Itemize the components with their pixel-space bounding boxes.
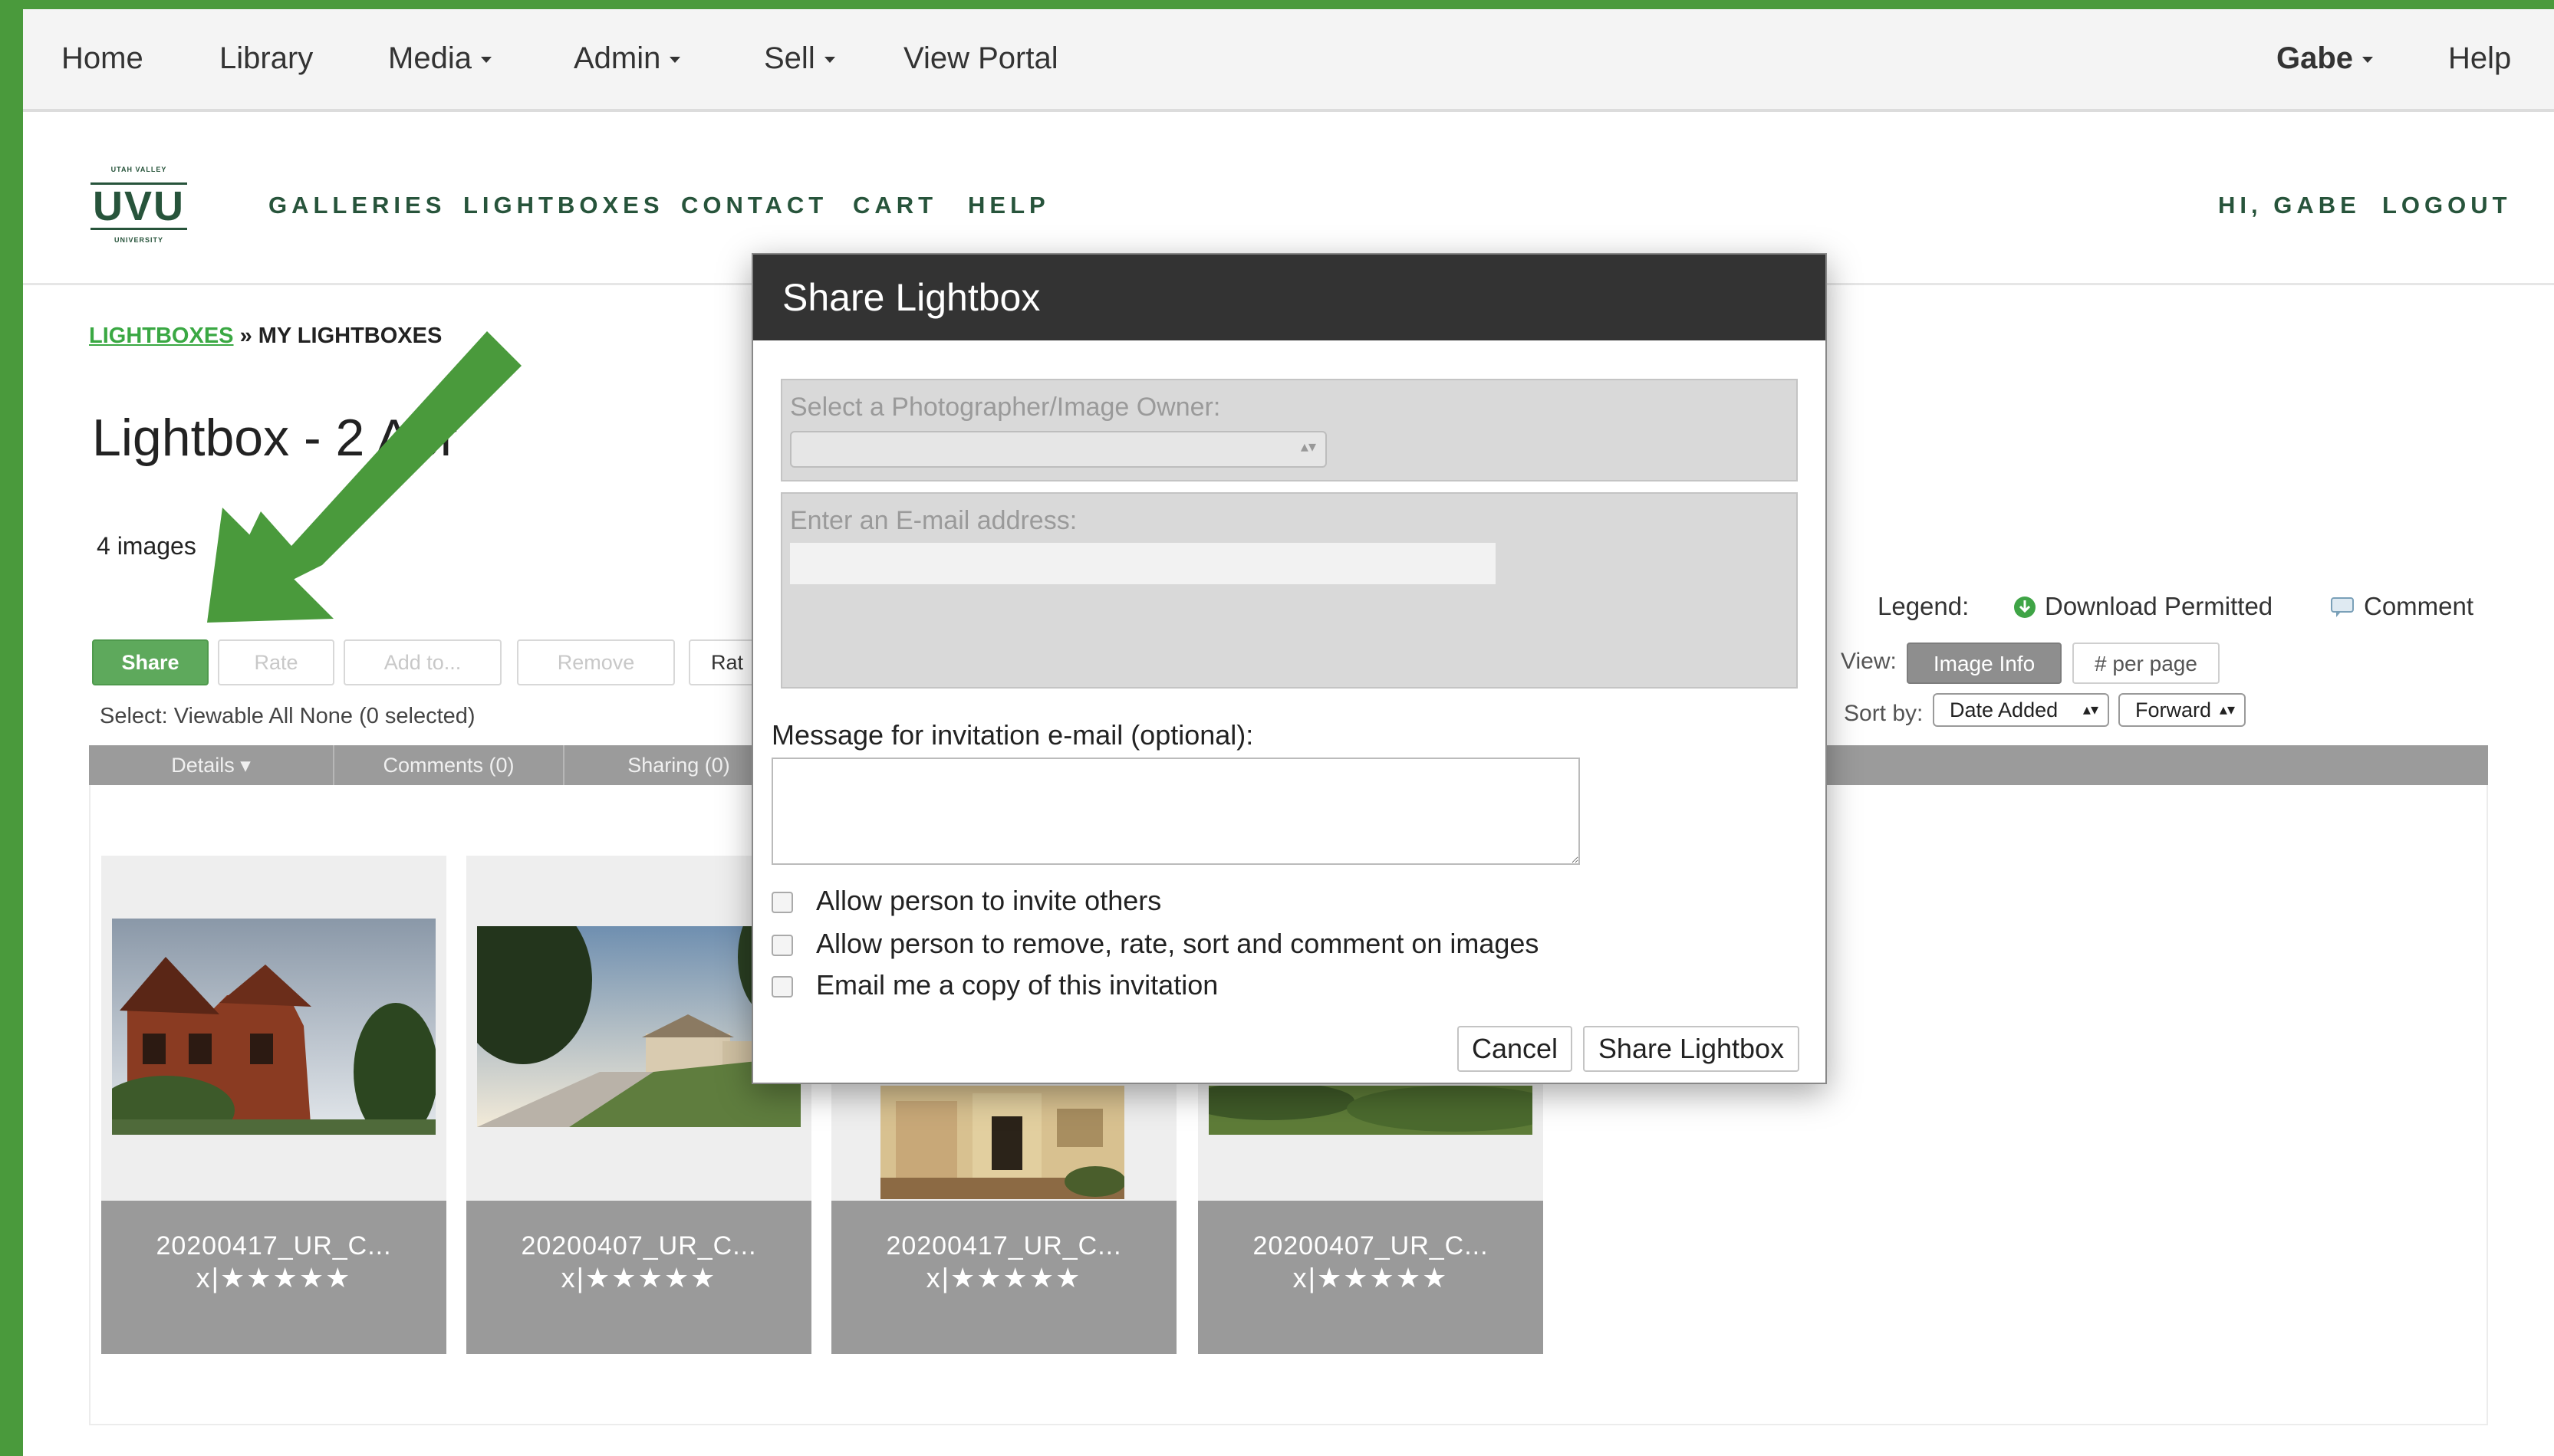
select-viewable-link[interactable]: Viewable [174,704,264,728]
rating-stars[interactable]: x|★★★★★ [466,1262,811,1294]
share-lightbox-button[interactable]: Share Lightbox [1583,1026,1799,1072]
per-page-button[interactable]: # per page [2072,643,2220,684]
cancel-button[interactable]: Cancel [1457,1026,1572,1072]
option-email-copy[interactable]: Email me a copy of this invitation [772,969,1218,1001]
caret-down-icon [670,57,681,64]
image-filename: 20200417_UR_C... [156,1231,392,1260]
legend-download-label: Download Permitted [2045,592,2273,620]
selected-count: (0 selected) [359,704,476,728]
owner-select-group: Select a Photographer/Image Owner: ▴▾ [781,379,1798,481]
invite-others-checkbox[interactable] [772,892,793,913]
admin-nav-library[interactable]: Library [219,41,313,76]
sort-label: Sort by: [1844,701,1924,726]
email-copy-label: Email me a copy of this invitation [816,969,1219,1001]
rating-stars[interactable]: x|★★★★★ [101,1262,446,1294]
comment-icon [2331,597,2354,617]
option-remove-rate[interactable]: Allow person to remove, rate, sort and c… [772,928,1539,960]
select-arrows-icon: ▴▾ [2082,702,2098,718]
tab-comments[interactable]: Comments (0) [334,745,564,785]
select-arrows-icon: ▴▾ [1300,439,1316,455]
rating-stars[interactable]: x|★★★★★ [831,1262,1177,1294]
image-filename: 20200407_UR_C... [521,1231,757,1260]
share-lightbox-dialog: Share Lightbox Select a Photographer/Ima… [752,253,1827,1084]
image-caption: 20200407_UR_C... x|★★★★★ [1198,1201,1543,1354]
sort-order-value: Forward [2135,698,2212,721]
logo-bottom-text: UNIVERSITY [114,236,163,244]
nav-lightboxes[interactable]: LIGHTBOXES [463,192,664,219]
logo-main-text: UVU [91,182,187,230]
pointer-arrow-annotation [207,331,522,623]
image-info-view-button[interactable]: Image Info [1907,643,2062,684]
message-label: Message for invitation e-mail (optional)… [772,719,1254,751]
caret-down-icon [824,57,835,64]
view-label: View: [1841,649,1897,674]
admin-nav-media[interactable]: Media [388,41,492,76]
email-input[interactable] [790,543,1496,584]
rate-button[interactable]: Rate [218,639,334,685]
page-frame: Home Library Media Admin Sell View Porta… [23,9,2554,1456]
image-filename: 20200417_UR_C... [886,1231,1122,1260]
legend-label: Legend: [1878,592,1970,620]
nav-cart[interactable]: CART [853,192,937,219]
dialog-title: Share Lightbox [753,255,1825,340]
image-caption: 20200417_UR_C... x|★★★★★ [101,1201,446,1354]
owner-select-label: Select a Photographer/Image Owner: [790,393,1221,422]
email-label: Enter an E-mail address: [790,506,1078,535]
sort-by-select[interactable]: Date Added ▴▾ [1933,693,2109,727]
logout-link[interactable]: LOGOUT [2382,192,2512,219]
download-permitted-icon [2014,597,2036,618]
admin-nav-admin[interactable]: Admin [574,41,681,76]
admin-nav-help[interactable]: Help [2448,41,2511,76]
image-card[interactable]: 20200417_UR_C... x|★★★★★ [101,856,446,1354]
nav-contact[interactable]: CONTACT [681,192,828,219]
legend-download: Download Permitted [2013,592,2273,621]
image-count: 4 images [97,532,196,560]
option-invite-others[interactable]: Allow person to invite others [772,885,1161,917]
uvu-logo[interactable]: UTAH VALLEY UVU UNIVERSITY [91,166,187,248]
tab-details[interactable]: Details ▾ [89,745,334,785]
sort-order-select[interactable]: Forward ▴▾ [2118,693,2246,727]
email-group: Enter an E-mail address: [781,492,1798,689]
image-filename: 20200407_UR_C... [1252,1231,1489,1260]
select-controls: Select: Viewable All None (0 selected) [100,704,476,729]
legend-comment: Comment [2330,592,2473,621]
lawn-photo-thumbnail[interactable] [1209,1086,1532,1135]
remove-button[interactable]: Remove [517,639,675,685]
share-button[interactable]: Share [92,639,209,685]
admin-nav-sell[interactable]: Sell [764,41,835,76]
nav-galleries[interactable]: GALLERIES [268,192,446,219]
admin-nav-sell-label: Sell [764,41,815,75]
caret-down-icon [480,57,492,64]
message-textarea[interactable] [772,758,1580,865]
admin-nav-view-portal[interactable]: View Portal [903,41,1058,76]
logo-top-text: UTAH VALLEY [110,166,167,173]
admin-nav-media-label: Media [388,41,472,75]
legend-comment-label: Comment [2364,592,2474,620]
admin-top-bar: Home Library Media Admin Sell View Porta… [23,9,2554,112]
nav-help[interactable]: HELP [968,192,1050,219]
select-all-link[interactable]: All [268,704,293,728]
rating-stars[interactable]: x|★★★★★ [1198,1262,1543,1294]
select-arrows-icon: ▴▾ [2219,702,2235,718]
house-photo-thumbnail[interactable] [112,919,436,1135]
image-caption: 20200407_UR_C... x|★★★★★ [466,1201,811,1354]
greeting: HI, GABE [2218,192,2361,219]
admin-nav-admin-label: Admin [574,41,661,75]
admin-nav-home[interactable]: Home [61,41,143,76]
sort-by-value: Date Added [1950,698,2059,721]
remove-rate-checkbox[interactable] [772,935,793,956]
remove-rate-label: Allow person to remove, rate, sort and c… [816,928,1539,959]
select-none-link[interactable]: None [300,704,353,728]
email-copy-checkbox[interactable] [772,976,793,998]
owner-select[interactable]: ▴▾ [790,431,1327,468]
entrance-photo-thumbnail[interactable] [880,1086,1124,1199]
invite-others-label: Allow person to invite others [816,885,1162,916]
select-label: Select: [100,704,168,728]
user-menu[interactable]: Gabe [2276,41,2374,76]
image-caption: 20200417_UR_C... x|★★★★★ [831,1201,1177,1354]
caret-down-icon [2362,57,2374,64]
user-menu-label: Gabe [2276,41,2354,75]
add-to-button[interactable]: Add to... [344,639,502,685]
